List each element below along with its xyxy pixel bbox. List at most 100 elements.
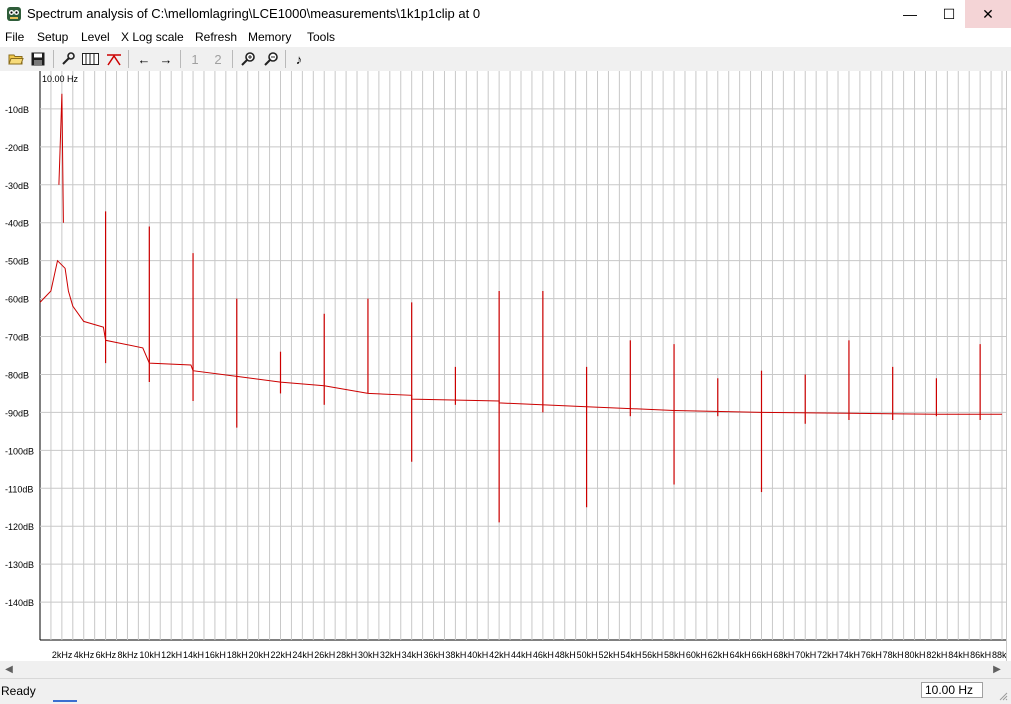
x-tick-label: 12kH bbox=[161, 650, 182, 660]
x-tick-label: 68kH bbox=[773, 650, 794, 660]
x-tick-label: 48kH bbox=[555, 650, 576, 660]
arrow-right-icon[interactable]: → bbox=[157, 50, 175, 68]
app-icon bbox=[7, 7, 21, 21]
y-tick-label: -130dB bbox=[5, 560, 34, 570]
x-tick-label: 40kH bbox=[467, 650, 488, 660]
menu-tools[interactable]: Tools bbox=[307, 30, 335, 44]
status-bar: Ready 10.00 Hz bbox=[0, 678, 1011, 704]
x-tick-label: 24kH bbox=[292, 650, 313, 660]
save-icon[interactable] bbox=[29, 50, 47, 68]
x-tick-label: 10kH bbox=[139, 650, 160, 660]
menu-level[interactable]: Level bbox=[81, 30, 110, 44]
x-tick-label: 56kH bbox=[642, 650, 663, 660]
x-tick-label: 44kH bbox=[511, 650, 532, 660]
x-tick-label: 20kH bbox=[249, 650, 270, 660]
x-tick-label: 46kH bbox=[533, 650, 554, 660]
menu-bar: File Setup Level X Log scale Refresh Mem… bbox=[0, 28, 1011, 47]
y-tick-label: -50dB bbox=[5, 257, 29, 267]
memory-slot-2-button[interactable]: 2 bbox=[209, 50, 227, 68]
x-tick-label: 22kH bbox=[271, 650, 292, 660]
menu-x-log-scale[interactable]: X Log scale bbox=[121, 30, 184, 44]
y-tick-label: -90dB bbox=[5, 408, 29, 418]
x-tick-label: 36kH bbox=[424, 650, 445, 660]
x-tick-label: 52kH bbox=[598, 650, 619, 660]
x-tick-label: 66kH bbox=[752, 650, 773, 660]
y-tick-label: -140dB bbox=[5, 598, 34, 608]
grid bbox=[39, 71, 1006, 641]
x-tick-label: 26kH bbox=[314, 650, 335, 660]
frequency-resolution-panel: 10.00 Hz bbox=[921, 682, 983, 698]
x-tick-label: 30kH bbox=[358, 650, 379, 660]
y-tick-label: -20dB bbox=[5, 143, 29, 153]
x-tick-label: 60kH bbox=[686, 650, 707, 660]
x-tick-label: 76kH bbox=[861, 650, 882, 660]
toolbar-separator bbox=[285, 50, 286, 68]
y-tick-label: -80dB bbox=[5, 370, 29, 380]
menu-file[interactable]: File bbox=[5, 30, 24, 44]
horizontal-scrollbar[interactable]: ◀ ▶ bbox=[0, 661, 1011, 678]
cursor-frequency-label: 10.00 Hz bbox=[42, 74, 79, 84]
toolbar-separator bbox=[128, 50, 129, 68]
x-tick-label: 8kHz bbox=[117, 650, 138, 660]
fundamental-peak bbox=[58, 93, 64, 223]
menu-memory[interactable]: Memory bbox=[248, 30, 291, 44]
x-tick-label: 78kH bbox=[883, 650, 904, 660]
menu-refresh[interactable]: Refresh bbox=[195, 30, 237, 44]
peak-marker-icon[interactable] bbox=[105, 50, 123, 68]
y-tick-label: -40dB bbox=[5, 219, 29, 229]
y-tick-label: -120dB bbox=[5, 522, 34, 532]
x-tick-label: 54kH bbox=[620, 650, 641, 660]
zoom-in-icon[interactable] bbox=[239, 50, 257, 68]
x-tick-label: 16kH bbox=[205, 650, 226, 660]
toolbar-separator bbox=[53, 50, 54, 68]
memory-slot-1-button[interactable]: 1 bbox=[186, 50, 204, 68]
x-tick-label: 72kH bbox=[817, 650, 838, 660]
x-tick-label: 86kH bbox=[970, 650, 991, 660]
x-tick-label: 6kHz bbox=[96, 650, 117, 660]
spectrum-chart[interactable]: -10dB -20dB -30dB -40dB -50dB -60dB -70dB -80dB… bbox=[0, 71, 1011, 661]
x-tick-label: 34kH bbox=[402, 650, 423, 660]
y-tick-label: -100dB bbox=[5, 446, 34, 456]
arrow-left-icon[interactable]: ← bbox=[135, 50, 153, 68]
window-icon[interactable] bbox=[81, 50, 99, 68]
window-title: Spectrum analysis of C:\mellomlagring\LC… bbox=[27, 6, 481, 21]
toolbar-separator bbox=[180, 50, 181, 68]
open-folder-icon[interactable] bbox=[7, 50, 25, 68]
x-tick-label: 50kH bbox=[577, 650, 598, 660]
x-tick-label: 14kH bbox=[183, 650, 204, 660]
x-tick-label: 38kH bbox=[445, 650, 466, 660]
resize-grip-icon[interactable] bbox=[998, 691, 1008, 701]
x-tick-label: 28kH bbox=[336, 650, 357, 660]
x-tick-label: 58kH bbox=[664, 650, 685, 660]
x-tick-label: 42kH bbox=[489, 650, 510, 660]
x-tick-label: 18kH bbox=[227, 650, 248, 660]
menu-setup[interactable]: Setup bbox=[37, 30, 68, 44]
x-tick-label: 70kH bbox=[795, 650, 816, 660]
x-axis-ticks: 2kHz 4kHz 6kHz 8kHz 10kH 12kH 14kH 16kH 18kH 20kH… bbox=[52, 650, 1011, 660]
status-strip bbox=[53, 700, 77, 702]
settings-wrench-icon[interactable] bbox=[59, 50, 77, 68]
toolbar: ← → 1 2 ♪ bbox=[0, 47, 1011, 72]
x-tick-label: 64kH bbox=[730, 650, 751, 660]
x-tick-label: 2kHz bbox=[52, 650, 73, 660]
title-bar: Spectrum analysis of C:\mellomlagring\LC… bbox=[0, 0, 1011, 28]
x-tick-label: 88kH bbox=[992, 650, 1006, 660]
scroll-right-icon[interactable]: ▶ bbox=[990, 662, 1004, 676]
side-panel-edge bbox=[1006, 71, 1011, 661]
x-tick-label: 62kH bbox=[708, 650, 729, 660]
close-button[interactable]: ✕ bbox=[965, 0, 1011, 28]
x-tick-label: 82kH bbox=[926, 650, 947, 660]
toolbar-separator bbox=[232, 50, 233, 68]
y-tick-label: -30dB bbox=[5, 181, 29, 191]
music-note-icon[interactable]: ♪ bbox=[290, 50, 308, 68]
x-tick-label: 80kH bbox=[905, 650, 926, 660]
x-tick-label: 4kHz bbox=[74, 650, 95, 660]
x-tick-label: 84kH bbox=[948, 650, 969, 660]
scroll-left-icon[interactable]: ◀ bbox=[2, 662, 16, 676]
y-tick-label: -10dB bbox=[5, 105, 29, 115]
y-tick-label: -60dB bbox=[5, 295, 29, 305]
zoom-out-icon[interactable] bbox=[262, 50, 280, 68]
spectrum-plot[interactable]: -10dB -20dB -30dB -40dB -50dB -60dB -70dB -80dB… bbox=[0, 71, 1011, 661]
y-axis-ticks: -10dB -20dB -30dB -40dB -50dB -60dB -70dB -80dB… bbox=[5, 105, 34, 608]
y-tick-label: -70dB bbox=[5, 333, 29, 343]
